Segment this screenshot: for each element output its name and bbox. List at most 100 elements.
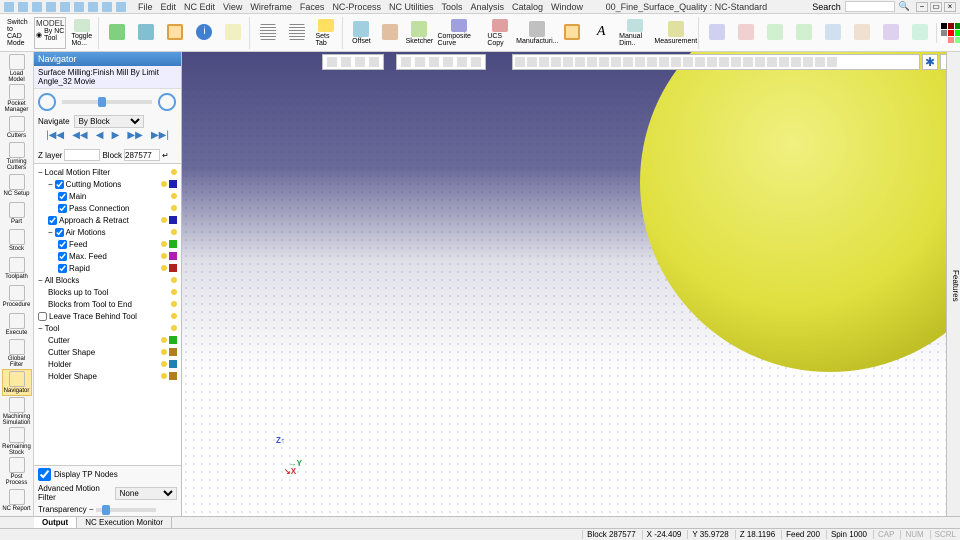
visibility-dot-icon[interactable] [171, 193, 177, 199]
sidebar-item-nc-setup[interactable]: NC Setup [2, 172, 32, 199]
tree-node[interactable]: Blocks from Tool to End [36, 298, 179, 310]
transparency-slider[interactable] [96, 508, 156, 512]
menu-tools[interactable]: Tools [441, 2, 462, 12]
sidebar-item-load-model[interactable]: Load Model [2, 54, 32, 83]
tree-checkbox[interactable] [58, 240, 67, 249]
tree-node[interactable]: Holder [36, 358, 179, 370]
maximize-button[interactable]: ▭ [930, 2, 942, 12]
vt-icon[interactable] [791, 57, 801, 67]
skip-end-button[interactable]: ▶▶| [151, 130, 169, 141]
qa-icon[interactable] [116, 2, 126, 12]
speed-slider[interactable] [62, 100, 152, 104]
step-fwd-button[interactable]: ▶ [112, 130, 120, 141]
tree-node[interactable]: Approach & Retract [36, 214, 179, 226]
adv-filter-select[interactable]: None [115, 487, 177, 500]
vt-icon[interactable] [683, 57, 693, 67]
visibility-dot-icon[interactable] [161, 181, 167, 187]
color-swatch[interactable] [169, 216, 177, 224]
color-swatch[interactable] [169, 252, 177, 260]
vt-icon[interactable] [719, 57, 729, 67]
qa-icon[interactable] [46, 2, 56, 12]
composite-button[interactable]: Composite Curve [434, 17, 483, 49]
visibility-dot-icon[interactable] [171, 325, 177, 331]
sketcher-button[interactable]: Sketcher [405, 17, 433, 49]
tool-button[interactable] [761, 17, 789, 49]
menu-window[interactable]: Window [551, 2, 583, 12]
navigate-mode-select[interactable]: By Block [74, 115, 144, 128]
visibility-dot-icon[interactable] [171, 289, 177, 295]
tree-node[interactable]: −Air Motions [36, 226, 179, 238]
block-input[interactable] [124, 149, 160, 161]
menu-nc-edit[interactable]: NC Edit [184, 2, 215, 12]
lines-button[interactable] [254, 17, 282, 49]
vt-icon[interactable] [401, 57, 411, 67]
tree-node[interactable]: −Local Motion Filter [36, 166, 179, 178]
tree-checkbox[interactable] [58, 204, 67, 213]
expand-icon[interactable]: − [38, 324, 43, 333]
expand-icon[interactable]: − [38, 276, 43, 285]
qa-icon[interactable] [88, 2, 98, 12]
visibility-dot-icon[interactable] [171, 205, 177, 211]
highlight-button[interactable] [558, 17, 586, 49]
features-tab[interactable]: Features [946, 52, 960, 516]
menu-edit[interactable]: Edit [161, 2, 177, 12]
visibility-dot-icon[interactable] [161, 373, 167, 379]
visibility-dot-icon[interactable] [161, 217, 167, 223]
manufacturing-button[interactable]: Manufacturi... [518, 17, 558, 49]
vt-icon[interactable] [647, 57, 657, 67]
zlayer-input[interactable] [64, 149, 100, 161]
sidebar-item-global-filter[interactable]: Global Filter [2, 339, 32, 368]
color-swatch[interactable] [169, 180, 177, 188]
tool-button[interactable] [732, 17, 760, 49]
sidebar-item-execute[interactable]: Execute [2, 311, 32, 338]
color-swatch[interactable] [169, 264, 177, 272]
tree-node[interactable]: Blocks up to Tool [36, 286, 179, 298]
search-input[interactable] [845, 1, 895, 12]
visibility-dot-icon[interactable] [161, 361, 167, 367]
info-button[interactable]: i [190, 17, 218, 49]
vt-icon[interactable] [369, 57, 379, 67]
tool-button[interactable] [848, 17, 876, 49]
vt-icon[interactable] [457, 57, 467, 67]
vt-icon[interactable] [415, 57, 425, 67]
qa-icon[interactable] [32, 2, 42, 12]
tree-node[interactable]: Rapid [36, 262, 179, 274]
vt-icon[interactable] [327, 57, 337, 67]
visibility-dot-icon[interactable] [161, 337, 167, 343]
vt-icon[interactable] [671, 57, 681, 67]
menu-file[interactable]: File [138, 2, 153, 12]
tool-button[interactable] [906, 17, 934, 49]
viewport[interactable]: ✱ Features Z↑ →Y ↘X [182, 52, 960, 516]
close-button[interactable]: × [944, 2, 956, 12]
tool-button[interactable] [877, 17, 905, 49]
sidebar-item-stock[interactable]: Stock [2, 228, 32, 255]
sidebar-item-nc-report[interactable]: NC Report [2, 487, 32, 514]
rewind-button[interactable]: ◀◀ [72, 130, 87, 141]
radio-icon[interactable]: ◉ [36, 31, 42, 39]
view-cube2-button[interactable] [132, 17, 160, 49]
menu-nc-process[interactable]: NC-Process [332, 2, 381, 12]
color-swatch[interactable] [169, 360, 177, 368]
vt-icon[interactable] [779, 57, 789, 67]
expand-icon[interactable]: − [38, 168, 43, 177]
vt-icon[interactable] [599, 57, 609, 67]
vt-icon[interactable] [563, 57, 573, 67]
vt-icon[interactable] [611, 57, 621, 67]
qa-icon[interactable] [4, 2, 14, 12]
vt-icon[interactable] [429, 57, 439, 67]
sidebar-item-pocket-manager[interactable]: Pocket Manager [2, 84, 32, 113]
display-tp-checkbox[interactable]: Display TP Nodes [38, 468, 177, 481]
visibility-dot-icon[interactable] [161, 241, 167, 247]
tab-nc-monitor[interactable]: NC Execution Monitor [77, 517, 172, 528]
vt-icon[interactable] [443, 57, 453, 67]
minimize-button[interactable]: − [916, 2, 928, 12]
toggle-model-button[interactable]: Toggle Mo... [68, 17, 96, 49]
color-swatch[interactable] [169, 348, 177, 356]
menu-analysis[interactable]: Analysis [470, 2, 504, 12]
search-icon[interactable]: 🔍 [899, 1, 910, 12]
lines2-button[interactable] [283, 17, 311, 49]
qa-icon[interactable] [102, 2, 112, 12]
dial-right[interactable] [158, 93, 176, 111]
tree-checkbox[interactable] [55, 228, 64, 237]
vt-icon[interactable] [341, 57, 351, 67]
